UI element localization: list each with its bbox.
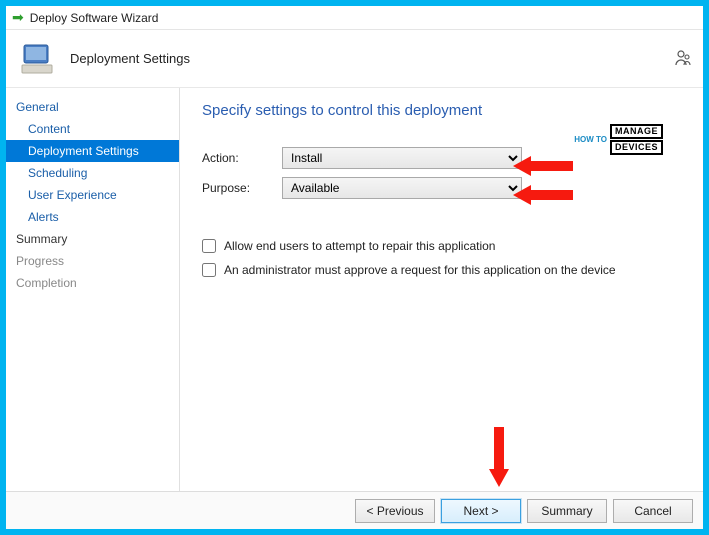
- wizard-window: ➡ Deploy Software Wizard Deployment Sett…: [6, 6, 703, 529]
- content-panel: Specify settings to control this deploym…: [180, 88, 703, 491]
- sidebar-item-completion[interactable]: Completion: [6, 272, 179, 294]
- label-allow-repair: Allow end users to attempt to repair thi…: [224, 239, 495, 253]
- page-title: Deployment Settings: [70, 51, 190, 66]
- sidebar: General Content Deployment Settings Sche…: [6, 88, 180, 491]
- person-icon: [673, 48, 693, 68]
- deploy-arrow-icon: ➡: [12, 9, 24, 26]
- sidebar-item-general[interactable]: General: [6, 96, 179, 118]
- label-admin-approve: An administrator must approve a request …: [224, 263, 616, 277]
- label-action: Action:: [202, 151, 282, 165]
- page-header: Deployment Settings: [6, 30, 703, 88]
- sidebar-item-content[interactable]: Content: [6, 118, 179, 140]
- label-purpose: Purpose:: [202, 181, 282, 195]
- sidebar-item-progress[interactable]: Progress: [6, 250, 179, 272]
- sidebar-item-scheduling[interactable]: Scheduling: [6, 162, 179, 184]
- cancel-button[interactable]: Cancel: [613, 499, 693, 523]
- footer-buttons: < Previous Next > Summary Cancel: [6, 491, 703, 529]
- checkbox-allow-repair[interactable]: [202, 239, 216, 253]
- checkbox-admin-approve[interactable]: [202, 263, 216, 277]
- brand-watermark: HOW TO MANAGE DEVICES: [574, 124, 663, 155]
- sidebar-item-deployment-settings[interactable]: Deployment Settings: [6, 140, 179, 162]
- previous-button[interactable]: < Previous: [355, 499, 435, 523]
- window-title: Deploy Software Wizard: [30, 11, 159, 25]
- action-select[interactable]: Install: [282, 147, 522, 169]
- wizard-body: General Content Deployment Settings Sche…: [6, 88, 703, 491]
- computer-icon: [18, 39, 58, 79]
- next-button[interactable]: Next >: [441, 499, 521, 523]
- sidebar-item-summary[interactable]: Summary: [6, 228, 179, 250]
- brand-howto: HOW TO: [574, 136, 607, 144]
- sidebar-item-user-experience[interactable]: User Experience: [6, 184, 179, 206]
- row-purpose: Purpose: Available: [202, 177, 683, 199]
- row-allow-repair: Allow end users to attempt to repair thi…: [202, 239, 683, 253]
- purpose-select[interactable]: Available: [282, 177, 522, 199]
- row-admin-approve: An administrator must approve a request …: [202, 263, 683, 277]
- sidebar-item-alerts[interactable]: Alerts: [6, 206, 179, 228]
- titlebar: ➡ Deploy Software Wizard: [6, 6, 703, 30]
- brand-manage: MANAGE: [610, 124, 663, 139]
- summary-button[interactable]: Summary: [527, 499, 607, 523]
- brand-devices: DEVICES: [610, 140, 663, 155]
- content-heading: Specify settings to control this deploym…: [202, 102, 683, 119]
